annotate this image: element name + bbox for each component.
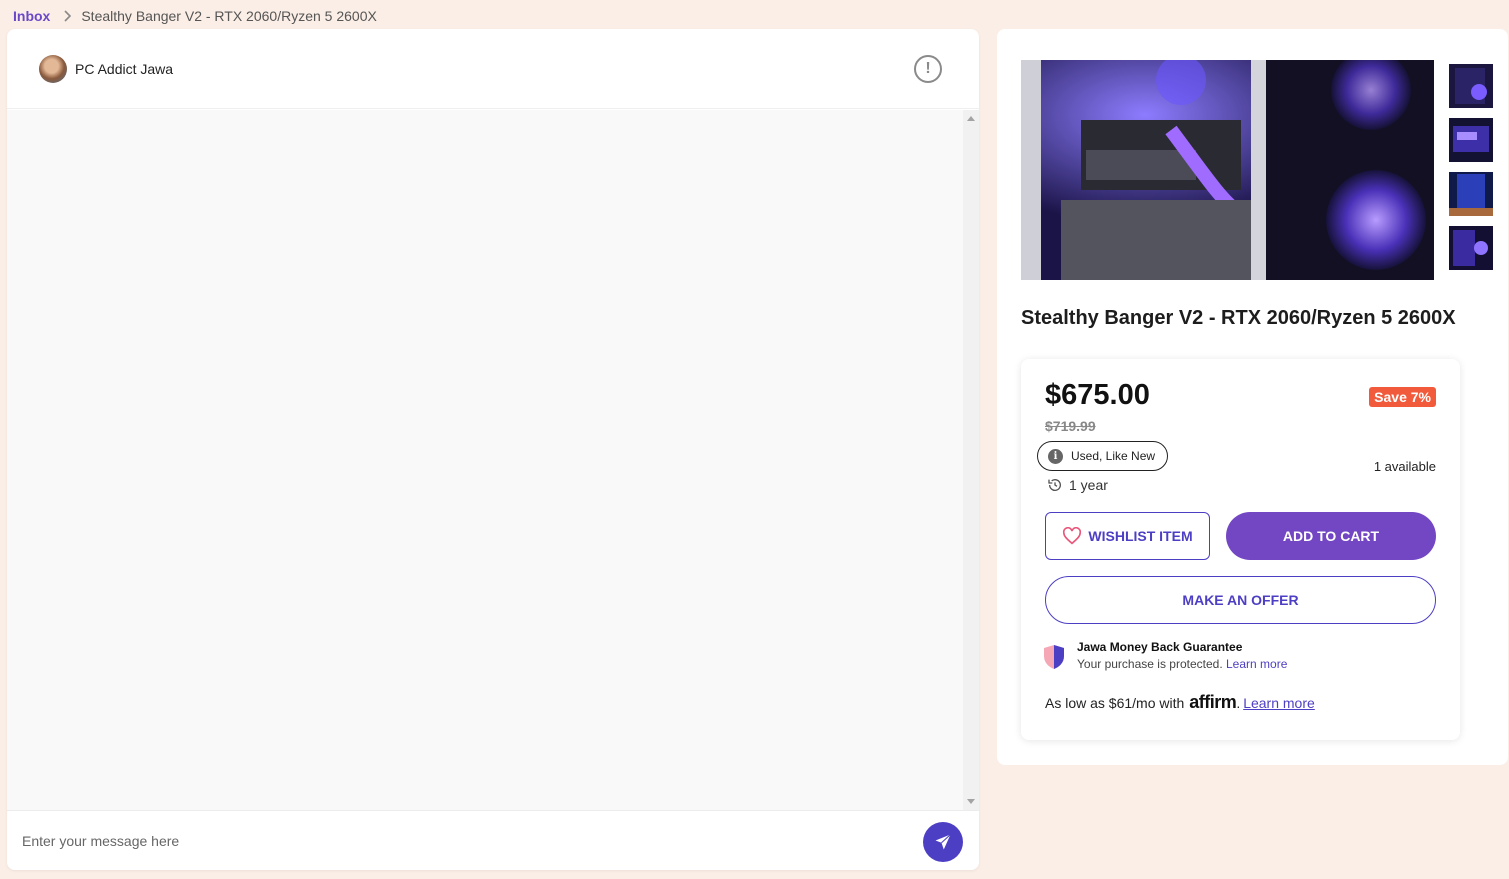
message-scrollbar[interactable] [963, 110, 979, 810]
scroll-up-arrow-icon[interactable] [967, 116, 975, 121]
product-main-image[interactable] [1021, 60, 1434, 280]
scroll-down-arrow-icon[interactable] [967, 799, 975, 804]
availability-count: 1 available [1373, 459, 1436, 474]
guarantee-title: Jawa Money Back Guarantee [1077, 640, 1243, 654]
wishlist-button[interactable]: WISHLIST ITEM [1045, 512, 1210, 560]
thumbnail-list [1449, 64, 1493, 280]
message-list [7, 110, 963, 810]
guarantee-text: Your purchase is protected. [1077, 657, 1223, 671]
save-badge: Save 7% [1369, 387, 1436, 407]
exclamation-circle-icon[interactable]: ! [914, 55, 942, 83]
product-thumbnail[interactable] [1449, 172, 1493, 216]
breadcrumb: Inbox Stealthy Banger V2 - RTX 2060/Ryze… [13, 7, 377, 25]
guarantee-learn-more-link[interactable]: Learn more [1226, 657, 1287, 671]
affirm-logo: affirm [1189, 692, 1237, 712]
product-thumbnail[interactable] [1449, 226, 1493, 270]
breadcrumb-inbox-link[interactable]: Inbox [13, 8, 50, 24]
avatar [39, 54, 67, 83]
condition-badge[interactable]: i Used, Like New [1037, 441, 1169, 471]
info-icon: i [1048, 448, 1063, 464]
heart-icon [1063, 527, 1082, 545]
condition-label: Used, Like New [1071, 449, 1156, 463]
add-to-cart-button[interactable]: ADD TO CART [1226, 512, 1436, 560]
chat-panel: PC Addict Jawa ! [7, 29, 979, 870]
message-composer [7, 810, 979, 870]
product-panel: Stealthy Banger V2 - RTX 2060/Ryzen 5 26… [997, 29, 1508, 765]
money-back-guarantee: Jawa Money Back Guarantee Your purchase … [1043, 640, 1287, 671]
shield-icon [1044, 645, 1064, 669]
product-title: Stealthy Banger V2 - RTX 2060/Ryzen 5 26… [1021, 307, 1456, 329]
contact-name: PC Addict Jawa [75, 60, 174, 77]
purchase-card: $675.00 $719.99 Save 7% i Used, Like New… [1021, 359, 1460, 740]
item-age-label: 1 year [1069, 477, 1108, 493]
financing-learn-more-link[interactable]: Learn more [1243, 695, 1315, 711]
history-icon [1048, 479, 1061, 491]
financing-text: As low as $61/mo with [1045, 695, 1185, 711]
paper-plane-icon [935, 834, 951, 850]
make-offer-button[interactable]: MAKE AN OFFER [1045, 576, 1436, 624]
chat-header: PC Addict Jawa ! [7, 29, 979, 109]
financing-suffix: . [1236, 695, 1241, 711]
product-thumbnail[interactable] [1449, 118, 1493, 162]
item-age: 1 year [1047, 477, 1108, 493]
chevron-right-icon [63, 10, 72, 22]
wishlist-label: WISHLIST ITEM [1088, 528, 1193, 544]
breadcrumb-current: Stealthy Banger V2 - RTX 2060/Ryzen 5 26… [81, 8, 377, 24]
product-thumbnail[interactable] [1449, 64, 1493, 108]
original-price: $719.99 [1045, 418, 1096, 434]
message-input[interactable] [22, 827, 902, 855]
product-price: $675.00 [1045, 379, 1150, 411]
financing-info: As low as $61/mo with affirm . Learn mor… [1045, 692, 1315, 713]
send-button[interactable] [923, 822, 963, 862]
